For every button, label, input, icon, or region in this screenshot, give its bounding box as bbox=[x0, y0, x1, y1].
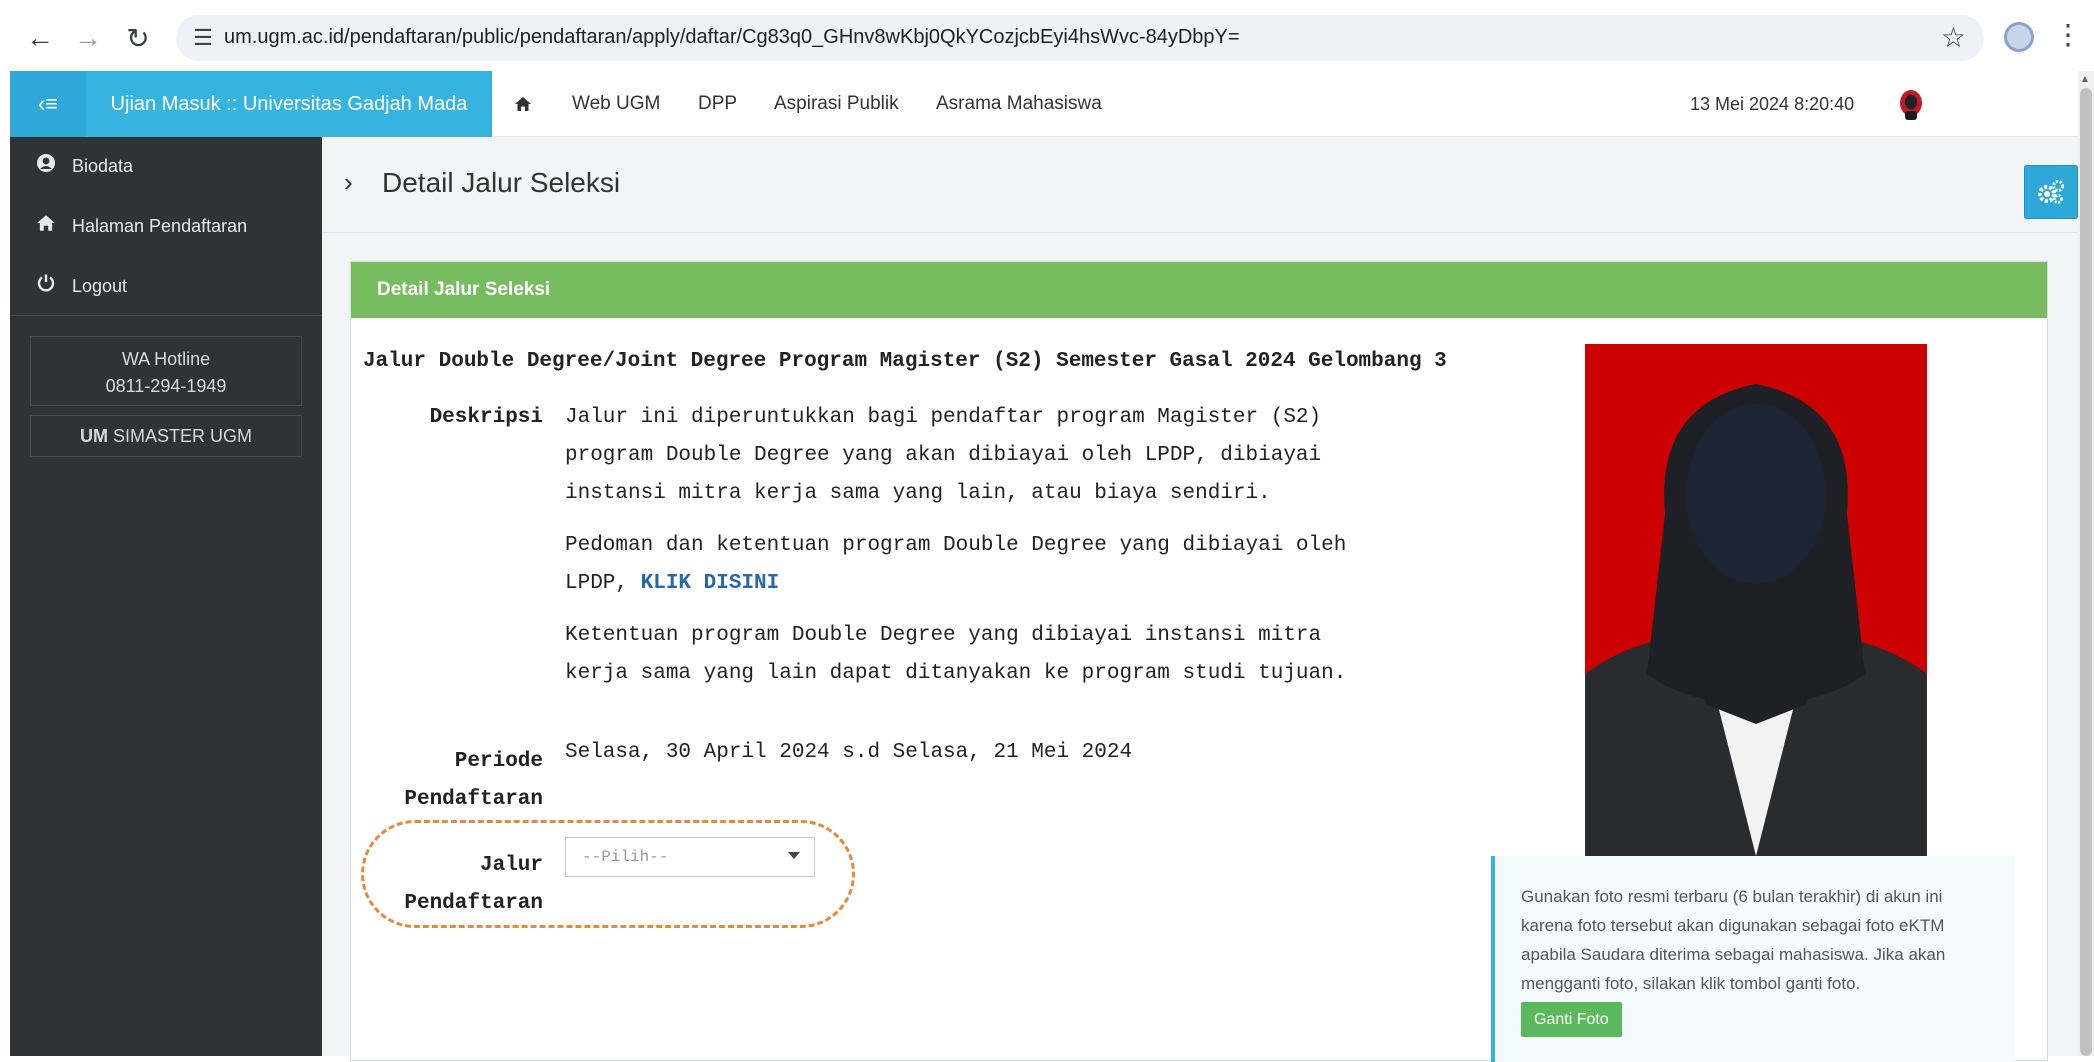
profile-photo bbox=[1585, 344, 1927, 856]
user-circle-icon bbox=[34, 153, 58, 179]
address-bar[interactable]: ☰ um.ugm.ac.id/pendaftaran/public/pendaf… bbox=[176, 15, 1984, 61]
sidebar-item-label: Biodata bbox=[72, 155, 134, 176]
scroll-up-arrow-icon[interactable]: ▲ bbox=[2080, 74, 2090, 85]
current-datetime: 13 Mei 2024 8:20:40 bbox=[1690, 93, 1855, 114]
home-icon bbox=[34, 214, 58, 238]
sidebar: Biodata Halaman Pendaftaran Logout WA Ho… bbox=[10, 137, 322, 1056]
user-avatar-icon[interactable] bbox=[1898, 89, 1924, 121]
photo-notice: Gunakan foto resmi terbaru (6 bulan tera… bbox=[1491, 856, 2015, 1062]
deskripsi-text-3: Ketentuan program Double Degree yang dib… bbox=[565, 624, 1347, 685]
page-header: › Detail Jalur Seleksi bbox=[322, 137, 2078, 233]
page-scrollbar-thumb[interactable] bbox=[2080, 88, 2092, 1056]
ganti-foto-button[interactable]: Ganti Foto bbox=[1521, 1002, 1622, 1037]
gears-icon bbox=[2038, 180, 2064, 204]
simaster-strong: UM bbox=[79, 426, 108, 446]
page-title: Detail Jalur Seleksi bbox=[382, 167, 621, 198]
sidebar-item-label: Logout bbox=[72, 275, 128, 296]
nav-aspirasi-publik[interactable]: Aspirasi Publik bbox=[774, 71, 899, 137]
wa-hotline-number: 0811-294-1949 bbox=[105, 376, 227, 396]
forward-arrow-icon[interactable]: → bbox=[68, 18, 108, 58]
chevron-right-icon: › bbox=[344, 167, 353, 197]
periode-label: Periode Pendaftaran bbox=[363, 743, 543, 819]
program-title: Jalur Double Degree/Joint Degree Program… bbox=[363, 350, 1447, 373]
periode-value: Selasa, 30 April 2024 s.d Selasa, 21 Mei… bbox=[565, 741, 1133, 764]
simaster-link[interactable]: UM SIMASTER UGM bbox=[30, 415, 302, 457]
nav-dpp[interactable]: DPP bbox=[698, 71, 737, 137]
detail-panel: Detail Jalur Seleksi Jalur Double Degree… bbox=[350, 261, 2048, 1062]
deskripsi-text-2: Pedoman dan ketentuan program Double Deg… bbox=[565, 527, 1385, 603]
bookmark-star-icon[interactable]: ☆ bbox=[1941, 21, 1966, 54]
top-navbar: ‹≡ Ujian Masuk :: Universitas Gadjah Mad… bbox=[10, 71, 2078, 137]
photo-notice-text: Gunakan foto resmi terbaru (6 bulan tera… bbox=[1521, 887, 1946, 993]
simaster-text: SIMASTER UGM bbox=[113, 426, 253, 446]
sidebar-divider bbox=[10, 315, 322, 316]
wa-hotline-box[interactable]: WA Hotline 0811-294-1949 bbox=[30, 336, 302, 406]
back-arrow-icon[interactable]: ← bbox=[20, 18, 60, 58]
periode-label-line-2: Pendaftaran bbox=[404, 788, 543, 811]
browser-toolbar: ← → ↻ ☰ um.ugm.ac.id/pendaftaran/public/… bbox=[0, 0, 2094, 74]
deskripsi-text-1: Jalur ini diperuntukkan bagi pendaftar p… bbox=[565, 406, 1322, 505]
nav-web-ugm[interactable]: Web UGM bbox=[572, 71, 660, 137]
reload-icon[interactable]: ↻ bbox=[118, 18, 158, 58]
deskripsi-label: Deskripsi bbox=[429, 406, 543, 429]
menu-icon: ‹≡ bbox=[37, 91, 59, 116]
browser-menu-icon[interactable]: ⋮ bbox=[2054, 18, 2082, 52]
sidebar-toggle-button[interactable]: ‹≡ bbox=[10, 71, 86, 137]
wa-hotline-label: WA Hotline bbox=[121, 349, 211, 369]
power-icon bbox=[34, 273, 58, 299]
panel-title: Detail Jalur Seleksi bbox=[351, 262, 2047, 318]
nav-asrama-mahasiswa[interactable]: Asrama Mahasiswa bbox=[936, 71, 1102, 137]
main-content: › Detail Jalur Seleksi Detail Jalur Sele… bbox=[322, 137, 2078, 1062]
nav-home[interactable] bbox=[514, 71, 532, 137]
sidebar-item-label: Halaman Pendaftaran bbox=[72, 215, 248, 236]
sidebar-item-halaman-pendaftaran[interactable]: Halaman Pendaftaran bbox=[10, 197, 322, 255]
extension-icon[interactable] bbox=[2004, 22, 2034, 52]
klik-disini-link[interactable]: KLIK DISINI bbox=[641, 572, 780, 595]
settings-button[interactable] bbox=[2024, 165, 2078, 219]
site-info-icon[interactable]: ☰ bbox=[188, 23, 218, 53]
home-icon bbox=[515, 97, 531, 111]
sidebar-item-biodata[interactable]: Biodata bbox=[10, 137, 322, 195]
brand-title[interactable]: Ujian Masuk :: Universitas Gadjah Mada bbox=[86, 71, 492, 137]
url-text[interactable]: um.ugm.ac.id/pendaftaran/public/pendafta… bbox=[224, 26, 1240, 49]
highlight-annotation bbox=[361, 820, 855, 928]
sidebar-item-logout[interactable]: Logout bbox=[10, 257, 322, 315]
periode-label-line-1: Periode bbox=[454, 750, 543, 773]
